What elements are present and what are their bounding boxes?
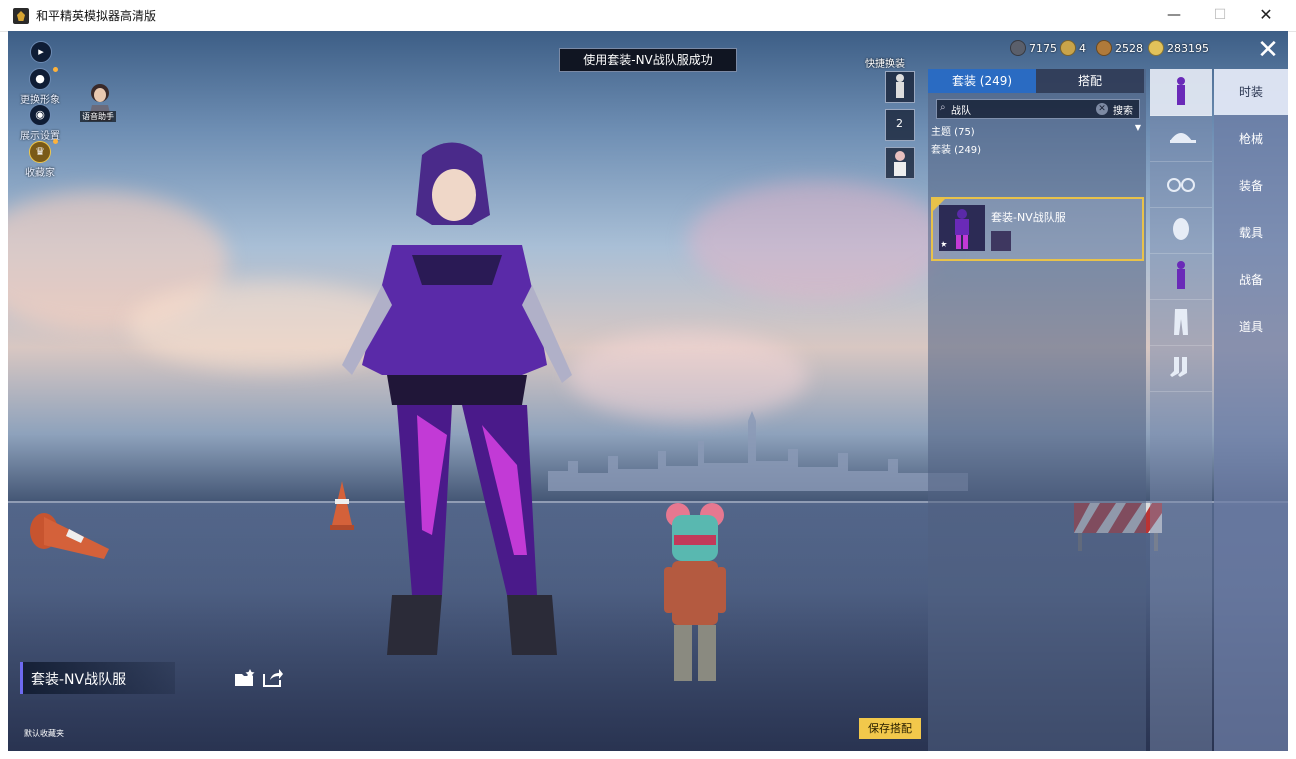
category-shoes[interactable] bbox=[1150, 345, 1212, 392]
notification-dot bbox=[53, 67, 58, 72]
quick-slot-3[interactable] bbox=[885, 147, 915, 179]
main-menu-column: 时装 枪械 装备 载具 战备 道具 bbox=[1214, 69, 1288, 751]
play-icon: ▸ bbox=[30, 41, 52, 63]
character-icon bbox=[894, 151, 906, 176]
menu-fashion[interactable]: 时装 bbox=[1214, 69, 1288, 115]
collector-label: 收藏家 bbox=[25, 168, 55, 179]
gold-coin-icon bbox=[1148, 40, 1164, 56]
notification-dot bbox=[53, 139, 58, 144]
outfit-part-thumbnail bbox=[991, 231, 1011, 251]
game-viewport: ▸ ● 更换形象 ◉ 展示设置 ♛ 收藏家 语音助手 使用套装-NV战队服成功 … bbox=[8, 31, 1288, 751]
window-titlebar: 和平精英模拟器高清版 — ☐ ✕ bbox=[0, 0, 1296, 32]
cap-icon bbox=[1170, 133, 1196, 143]
category-top[interactable] bbox=[1150, 253, 1212, 300]
city-skyline bbox=[548, 411, 968, 491]
slot-number: 2 bbox=[896, 117, 903, 130]
currency-silver: 7175 bbox=[1010, 40, 1057, 56]
minimize-button[interactable]: — bbox=[1151, 0, 1197, 31]
currency-token: 4 bbox=[1060, 40, 1086, 56]
quick-slot-1[interactable] bbox=[885, 71, 915, 103]
cloud bbox=[688, 181, 948, 301]
toast-message: 使用套装-NV战队服成功 bbox=[559, 48, 737, 72]
socks-icon bbox=[1170, 357, 1187, 377]
change-look-button[interactable]: ● 更换形象 bbox=[18, 68, 62, 106]
outfit-count-label: 套装 (249) bbox=[931, 145, 982, 156]
category-outfit[interactable] bbox=[1150, 69, 1212, 116]
person-icon: ● bbox=[29, 68, 51, 90]
trophy-icon: ♛ bbox=[29, 141, 51, 163]
outfit-icon bbox=[1177, 77, 1185, 105]
window-close-button[interactable]: ✕ bbox=[1243, 0, 1289, 31]
menu-weapons[interactable]: 枪械 bbox=[1214, 116, 1288, 162]
search-button[interactable]: 搜索 bbox=[1113, 102, 1133, 117]
currency-amount: 7175 bbox=[1029, 41, 1057, 55]
collector-button[interactable]: ♛ 收藏家 bbox=[20, 141, 60, 179]
character-icon bbox=[896, 74, 904, 98]
category-pants[interactable] bbox=[1150, 299, 1212, 346]
outfit-panel: 套装 (249) 搭配 ⌕ 战队 ✕ 搜索 主题 (75) ▼ 套装 (249)… bbox=[928, 69, 1146, 751]
current-outfit-box: 套装-NV战队服 bbox=[20, 662, 175, 694]
eye-icon: ◉ bbox=[29, 104, 51, 126]
mask-icon bbox=[1173, 218, 1189, 240]
default-favorite-label[interactable]: 默认收藏夹 bbox=[24, 728, 64, 739]
bronze-coin-icon bbox=[1096, 40, 1112, 56]
tab-match[interactable]: 搭配 bbox=[1036, 69, 1144, 93]
outfit-item-card[interactable]: 套装-NV战队服 bbox=[931, 197, 1144, 261]
theme-filter[interactable]: 主题 (75) ▼ bbox=[931, 123, 1141, 138]
currency-bronze: 2528 bbox=[1096, 40, 1143, 56]
favorite-folder-icon[interactable] bbox=[234, 668, 256, 688]
token-icon bbox=[1060, 40, 1076, 56]
top-icon bbox=[1177, 261, 1185, 289]
currency-amount: 2528 bbox=[1115, 41, 1143, 55]
currency-amount: 283195 bbox=[1167, 41, 1209, 55]
menu-gear[interactable]: 战备 bbox=[1214, 257, 1288, 303]
tab-outfits[interactable]: 套装 (249) bbox=[928, 69, 1036, 93]
category-hat[interactable] bbox=[1150, 115, 1212, 162]
app-icon bbox=[13, 8, 29, 24]
close-icon[interactable]: ✕ bbox=[1253, 37, 1283, 65]
save-outfit-button[interactable]: 保存搭配 bbox=[859, 718, 921, 739]
play-button[interactable]: ▸ bbox=[30, 41, 52, 63]
display-settings-button[interactable]: ◉ 展示设置 bbox=[18, 104, 62, 142]
search-input[interactable]: ⌕ 战队 ✕ 搜索 bbox=[936, 99, 1140, 119]
quick-slot-2[interactable]: 2 bbox=[885, 109, 915, 141]
clear-icon[interactable]: ✕ bbox=[1096, 103, 1108, 115]
category-mask[interactable] bbox=[1150, 207, 1212, 254]
glasses-icon bbox=[1167, 178, 1195, 192]
silver-coin-icon bbox=[1010, 40, 1026, 56]
menu-vehicles[interactable]: 载具 bbox=[1214, 210, 1288, 256]
bear-figure bbox=[664, 503, 726, 681]
theme-filter-label: 主题 (75) bbox=[931, 127, 975, 138]
category-column bbox=[1150, 69, 1212, 751]
currency-amount: 4 bbox=[1079, 41, 1086, 55]
menu-props[interactable]: 道具 bbox=[1214, 304, 1288, 350]
outfit-thumbnail bbox=[939, 205, 985, 251]
quick-change-label[interactable]: 快捷换装 bbox=[865, 55, 905, 70]
current-outfit-name: 套装-NV战队服 bbox=[31, 672, 127, 688]
maximize-button[interactable]: ☐ bbox=[1197, 0, 1243, 31]
search-icon: ⌕ bbox=[940, 102, 946, 113]
cloud bbox=[568, 331, 808, 421]
traffic-cone bbox=[30, 513, 109, 559]
character-model bbox=[342, 142, 572, 655]
pants-icon bbox=[1174, 309, 1188, 335]
category-glasses[interactable] bbox=[1150, 161, 1212, 208]
share-icon[interactable] bbox=[262, 668, 284, 688]
voice-assistant-label: 语音助手 bbox=[80, 111, 116, 122]
chevron-down-icon: ▼ bbox=[1134, 123, 1141, 132]
window-title: 和平精英模拟器高清版 bbox=[36, 9, 157, 23]
currency-gold: 283195 bbox=[1148, 40, 1209, 56]
search-value: 战队 bbox=[951, 106, 971, 117]
outfit-item-name: 套装-NV战队服 bbox=[991, 211, 1066, 224]
menu-equipment[interactable]: 装备 bbox=[1214, 163, 1288, 209]
